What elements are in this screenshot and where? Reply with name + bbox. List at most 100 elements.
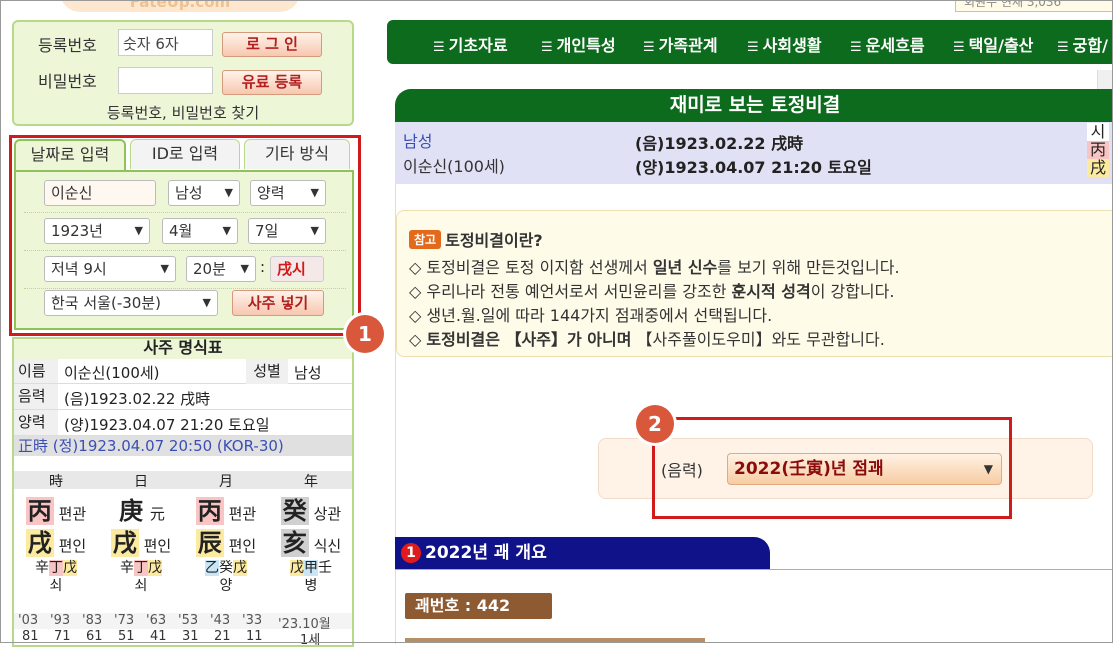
- nav-item-basic[interactable]: ☰ 기초자료: [433, 32, 508, 56]
- password-label: 비밀번호: [38, 72, 97, 91]
- saju-solar-row: 양력 (양)1923.04.07 21:20 토요일: [14, 410, 352, 436]
- hidden-stem: 戊: [233, 560, 247, 576]
- note-line: ◇ 토정비결은 토정 이지함 선생께서 일년 신수를 보기 위해 만든것입니다.: [409, 254, 900, 278]
- nav-item-compat[interactable]: ☰ 궁합/: [1057, 32, 1108, 56]
- hidden-stem-cell: 辛丁戊: [99, 557, 183, 577]
- note-emphasis: 일년 신수: [652, 258, 718, 277]
- pillar-header-hour: 時: [49, 474, 63, 490]
- info-gender: 남성: [403, 132, 433, 151]
- reg-number-input[interactable]: 숫자 6자: [118, 29, 213, 56]
- pillar-header-row: 時 日 月 年: [14, 471, 352, 490]
- gwae-number-badge: 괘번호 : 442: [405, 593, 552, 619]
- site-logo[interactable]: FateUp.com: [60, 0, 300, 12]
- nav-item-fortune[interactable]: ☰ 운세흐름: [850, 32, 925, 56]
- content-strip: [405, 638, 705, 643]
- hidden-stem: 戊: [148, 560, 162, 576]
- name-label: 이름: [14, 359, 58, 383]
- info-lunar: (음)1923.02.22 戌時: [635, 134, 804, 153]
- hidden-stem: 壬: [318, 560, 332, 576]
- daeun-age: 11: [246, 629, 263, 644]
- note-emphasis: 훈시적 성격: [731, 282, 811, 301]
- stem-char: 丙: [195, 497, 224, 525]
- menu-icon: ☰: [541, 40, 553, 55]
- daeun-year: '43: [210, 613, 231, 628]
- lunar-value: (음)1923.02.22 戌時: [64, 390, 211, 408]
- section-number-icon: 1: [401, 543, 421, 563]
- branch-char: 亥: [280, 529, 309, 557]
- note-text: 【사주풀이도우미】와도 무관합니다.: [631, 330, 885, 349]
- hidden-stem: 甲: [304, 560, 318, 576]
- branch-cell: 亥 식신: [269, 523, 352, 558]
- section-header: 1 2022년 괘 개요: [395, 537, 770, 569]
- saju-lunar-row: 음력 (음)1923.02.22 戌時: [14, 384, 352, 410]
- menu-icon: ☰: [643, 40, 655, 55]
- stage-cell: 쇠: [134, 578, 148, 594]
- hidden-stem-cell: 辛丁戊: [14, 557, 98, 577]
- saju-name-row: 이름 이순신(100세) 성별 남성: [14, 359, 352, 384]
- pillar-head: 시: [1087, 123, 1109, 141]
- menu-icon: ☰: [433, 40, 445, 55]
- password-input[interactable]: [118, 67, 213, 94]
- menu-icon: ☰: [1057, 40, 1069, 55]
- nav-item-label: 사회생활: [762, 36, 822, 55]
- login-button[interactable]: 로 그 인: [222, 32, 322, 57]
- stem-label: 편관: [228, 505, 257, 523]
- daeun-year-row: '03 '93 '83 '73 '63 '53 '43 '33 '23.10월: [14, 613, 352, 632]
- note-text: ◇: [409, 330, 427, 349]
- branch-label: 식신: [313, 537, 342, 555]
- nav-item-label: 택일/출산: [968, 36, 1034, 55]
- pillar-stem: 丙: [1087, 141, 1109, 159]
- true-time-row: 正時 (정)1923.04.07 20:50 (KOR-30): [14, 436, 352, 456]
- stage-cell: 양: [219, 578, 233, 594]
- stem-label: 편관: [58, 505, 87, 523]
- hidden-stem: 辛: [35, 560, 49, 576]
- note-emphasis: 토정비결은 【사주】가 아니며: [426, 330, 632, 349]
- login-panel: 등록번호 숫자 6자 로 그 인 비밀번호 유료 등록 등록번호, 비밀번호 찾…: [12, 20, 354, 126]
- daeun-age: 21: [214, 629, 231, 644]
- note-line: ◇ 우리나라 전통 예언서로서 서민윤리를 강조한 훈시적 성격이 강합니다.: [409, 278, 894, 302]
- nav-item-date-birth[interactable]: ☰ 택일/출산: [953, 32, 1033, 56]
- note-line: ◇ 토정비결은 【사주】가 아니며 【사주풀이도우미】와도 무관합니다.: [409, 326, 885, 350]
- nav-item-family[interactable]: ☰ 가족관계: [643, 32, 718, 56]
- section-title: 2022년 괘 개요: [425, 543, 547, 563]
- solar-value: (양)1923.04.07 21:20 토요일: [64, 416, 270, 434]
- stem-cell: 丙 편관: [184, 491, 268, 526]
- branch-label: 편인: [143, 537, 172, 555]
- step-marker-1: 1: [346, 315, 384, 353]
- stem-cell: 丙 편관: [14, 491, 98, 526]
- menu-icon: ☰: [953, 40, 965, 55]
- note-text: 이 강합니다.: [810, 282, 895, 301]
- daeun-age: 41: [150, 629, 167, 644]
- menu-icon: ☰: [850, 40, 862, 55]
- info-name: 이순신(100세): [403, 157, 505, 176]
- nav-item-personal[interactable]: ☰ 개인특성: [541, 32, 616, 56]
- stem-label: 상관: [313, 505, 342, 523]
- find-credentials-link[interactable]: 등록번호, 비밀번호 찾기: [14, 102, 352, 123]
- stem-char: 癸: [280, 497, 309, 525]
- hidden-stem: 戊: [290, 560, 304, 576]
- stem-row: 丙 편관 庚 元 丙 편관 癸 상관: [14, 491, 352, 526]
- daeun-year: '93: [50, 613, 71, 628]
- hour-pillar-mini: 시 丙 戌: [1087, 123, 1109, 177]
- page-title: 재미로 보는 토정비결: [395, 89, 1113, 122]
- hidden-stem-cell: 戊甲壬: [269, 557, 352, 577]
- hidden-stem: 丁: [134, 560, 148, 576]
- nav-item-label: 개인특성: [556, 36, 616, 55]
- branch-cell: 辰 편인: [184, 523, 268, 558]
- saju-title: 사주 명식표: [14, 339, 352, 359]
- nav-item-social[interactable]: ☰ 사회생활: [747, 32, 822, 56]
- note-title: 토정비결이란?: [445, 231, 543, 250]
- name-value: 이순신(100세): [64, 364, 160, 382]
- gender-value: 남성: [294, 364, 322, 382]
- highlight-box-input: [9, 135, 361, 336]
- pillar-branch: 戌: [1087, 159, 1109, 177]
- branch-label: 편인: [228, 537, 257, 555]
- nav-item-label: 운세흐름: [865, 36, 925, 55]
- stem-char: 庚: [119, 497, 144, 525]
- paid-register-button[interactable]: 유료 등록: [222, 70, 322, 95]
- daeun-year: '83: [82, 613, 103, 628]
- nav-item-label: 가족관계: [658, 36, 718, 55]
- hidden-stem: 丁: [49, 560, 63, 576]
- pillar-header-day: 日: [134, 474, 148, 490]
- branch-cell: 戌 편인: [14, 523, 98, 558]
